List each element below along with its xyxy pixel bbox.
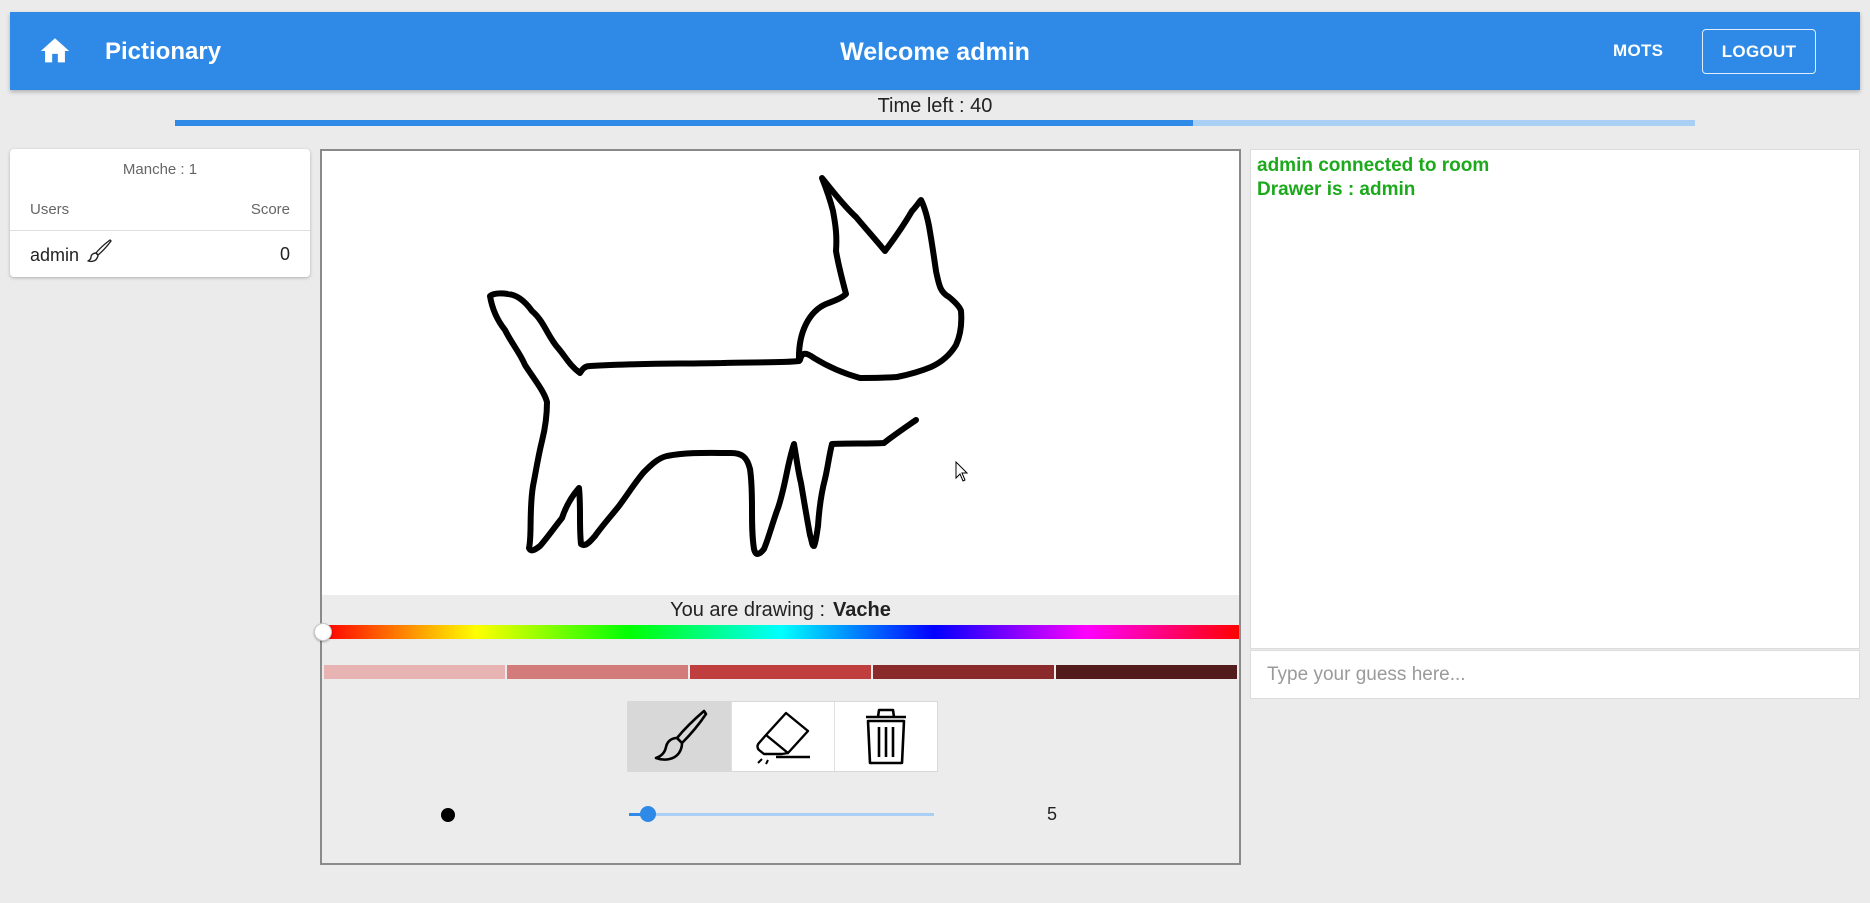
chat-panel: admin connected to room Drawer is : admin (1250, 149, 1860, 649)
score-column-header: Score (250, 201, 290, 218)
brush-size-value: 5 (1047, 804, 1058, 824)
tool-bar (627, 701, 938, 772)
mots-button[interactable]: MOTS (1613, 41, 1663, 61)
brush-size-preview (441, 808, 455, 822)
drawing-canvas[interactable] (322, 151, 1239, 595)
shade-palette (324, 665, 1237, 679)
paintbrush-icon (87, 239, 112, 263)
player-score: 0 (279, 244, 290, 264)
hue-slider[interactable] (324, 625, 1239, 639)
eraser-tool-button[interactable] (731, 702, 834, 771)
time-left-label: Time left : 40 (877, 95, 993, 117)
brush-tool-button[interactable] (628, 702, 731, 771)
shade-swatch[interactable] (873, 665, 1054, 679)
hue-slider-handle[interactable] (314, 623, 332, 641)
mouse-cursor-icon (955, 461, 969, 482)
users-column-header: Users (30, 201, 70, 218)
welcome-message: Welcome admin (840, 38, 1030, 66)
paintbrush-icon (654, 709, 707, 761)
drawing-word-label: You are drawing : Vache (322, 599, 1239, 622)
clear-canvas-button[interactable] (834, 702, 937, 771)
brush-size-slider-thumb[interactable] (640, 806, 656, 822)
app-title[interactable]: Pictionary (105, 38, 221, 66)
chat-message: Drawer is : admin (1257, 179, 1416, 200)
guess-input[interactable] (1250, 650, 1860, 699)
drawing-strokes (487, 175, 965, 557)
home-icon (40, 38, 70, 63)
drawing-panel: You are drawing : Vache 5 (314, 149, 1241, 865)
shade-swatch[interactable] (324, 665, 505, 679)
divider (10, 230, 310, 231)
home-button[interactable] (38, 34, 72, 68)
shade-swatch[interactable] (690, 665, 871, 679)
chat-message: admin connected to room (1257, 155, 1490, 176)
eraser-icon (756, 711, 810, 764)
time-progress-fill (175, 120, 1194, 126)
player-name: admin (30, 245, 80, 265)
logout-button[interactable]: LOGOUT (1702, 29, 1816, 74)
drawing-word: Vache (833, 599, 891, 621)
time-progress-bar (175, 120, 1695, 126)
app-bar: Pictionary Welcome admin MOTS LOGOUT (10, 12, 1860, 90)
shade-swatch[interactable] (1056, 665, 1237, 679)
shade-swatch[interactable] (507, 665, 688, 679)
round-label: Manche : 1 (122, 161, 198, 178)
trash-icon (866, 708, 906, 764)
brush-size-slider[interactable] (629, 813, 934, 816)
scoreboard-panel: Manche : 1 Users Score admin 0 (10, 149, 310, 277)
drawing-prefix: You are drawing : (670, 599, 826, 621)
